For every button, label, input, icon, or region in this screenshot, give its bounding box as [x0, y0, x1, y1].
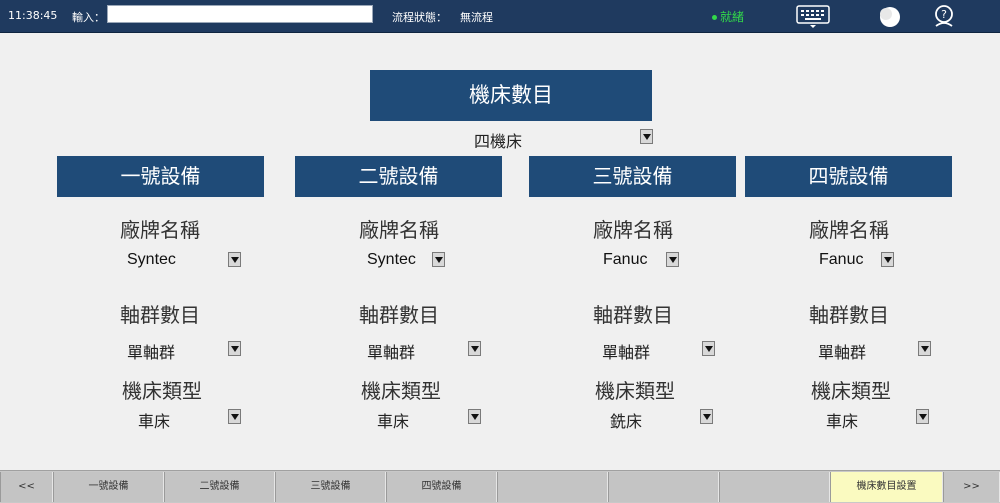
device-2-type-dropdown-button[interactable]	[468, 409, 481, 424]
device-1-type-dropdown-button[interactable]	[228, 409, 241, 424]
device-4-header: 四號設備	[745, 156, 952, 197]
nav-empty-button-5[interactable]	[497, 472, 608, 502]
bottom-nav-bar: << 一號設備 二號設備 三號設備 四號設備 機床數目設置 >>	[0, 470, 1000, 503]
device-3-type-dropdown-button[interactable]	[700, 409, 713, 424]
input-label: 輸入：	[72, 11, 105, 24]
device-4-type-dropdown-button[interactable]	[916, 409, 929, 424]
svg-text:?: ?	[941, 8, 947, 21]
device-1-axis-dropdown-button[interactable]	[228, 341, 241, 356]
device-1-axis-value: 單軸群	[127, 343, 176, 362]
device-4-axis-dropdown-button[interactable]	[918, 341, 931, 356]
device-3-axis-dropdown-button[interactable]	[702, 341, 715, 356]
machine-count-dropdown-button[interactable]	[640, 129, 653, 144]
device-2-brand-value: Syntec	[367, 251, 416, 268]
moon-icon[interactable]	[879, 6, 901, 28]
device-3-type-label: 機床類型	[595, 379, 675, 403]
nav-device-1-button[interactable]: 一號設備	[53, 472, 164, 502]
device-3-brand-dropdown-button[interactable]	[666, 252, 679, 267]
device-1-header: 一號設備	[57, 156, 264, 197]
nav-device-2-button[interactable]: 二號設備	[164, 472, 275, 502]
device-1-brand-label: 廠牌名稱	[120, 218, 200, 242]
nav-empty-button-7[interactable]	[719, 472, 830, 502]
nav-prev-button[interactable]: <<	[0, 472, 53, 502]
device-4-brand-value: Fanuc	[819, 251, 864, 268]
device-4-type-label: 機床類型	[811, 379, 891, 403]
device-2-axis-label: 軸群數目	[359, 303, 439, 327]
device-4-brand-dropdown-button[interactable]	[881, 252, 894, 267]
keyboard-icon[interactable]	[796, 4, 830, 28]
nav-machine-count-settings-button[interactable]: 機床數目設置	[830, 472, 943, 502]
device-1-type-label: 機床類型	[122, 379, 202, 403]
command-input[interactable]	[107, 5, 373, 23]
device-1-brand-dropdown-button[interactable]	[228, 252, 241, 267]
device-4-axis-label: 軸群數目	[809, 303, 889, 327]
device-3-axis-label: 軸群數目	[593, 303, 673, 327]
device-2-axis-value: 單軸群	[367, 343, 416, 362]
device-4-axis-value: 單軸群	[818, 343, 867, 362]
nav-next-button[interactable]: >>	[943, 472, 1000, 502]
device-2-axis-dropdown-button[interactable]	[468, 341, 481, 356]
flow-status-value: 無流程	[460, 11, 493, 24]
device-2-type-value: 車床	[377, 412, 410, 431]
ready-status-text: 就緒	[720, 10, 745, 24]
machine-count-value: 四機床	[474, 132, 523, 151]
flow-status-label: 流程狀態：	[392, 11, 447, 24]
device-1-type-value: 車床	[138, 412, 171, 431]
device-1-axis-label: 軸群數目	[120, 303, 200, 327]
nav-device-4-button[interactable]: 四號設備	[386, 472, 497, 502]
device-3-header: 三號設備	[529, 156, 736, 197]
device-3-brand-label: 廠牌名稱	[593, 218, 673, 242]
device-4-brand-label: 廠牌名稱	[809, 218, 889, 242]
device-2-brand-label: 廠牌名稱	[359, 218, 439, 242]
device-3-brand-value: Fanuc	[603, 251, 648, 268]
device-4-type-value: 車床	[826, 412, 859, 431]
device-2-type-label: 機床類型	[361, 379, 441, 403]
clock: 11:38:45	[8, 9, 58, 22]
device-2-header: 二號設備	[295, 156, 502, 197]
status-dot-icon	[712, 15, 717, 20]
device-3-type-value: 銑床	[610, 412, 643, 431]
top-status-bar: 11:38:45 輸入： 流程狀態： 無流程 就緒 ?	[0, 0, 1000, 33]
nav-empty-button-6[interactable]	[608, 472, 719, 502]
device-3-axis-value: 單軸群	[602, 343, 651, 362]
device-2-brand-dropdown-button[interactable]	[432, 252, 445, 267]
ready-status: 就緒	[712, 8, 744, 25]
nav-device-3-button[interactable]: 三號設備	[275, 472, 386, 502]
machine-count-header: 機床數目	[370, 70, 652, 121]
device-1-brand-value: Syntec	[127, 251, 176, 268]
help-icon[interactable]: ?	[932, 4, 956, 28]
